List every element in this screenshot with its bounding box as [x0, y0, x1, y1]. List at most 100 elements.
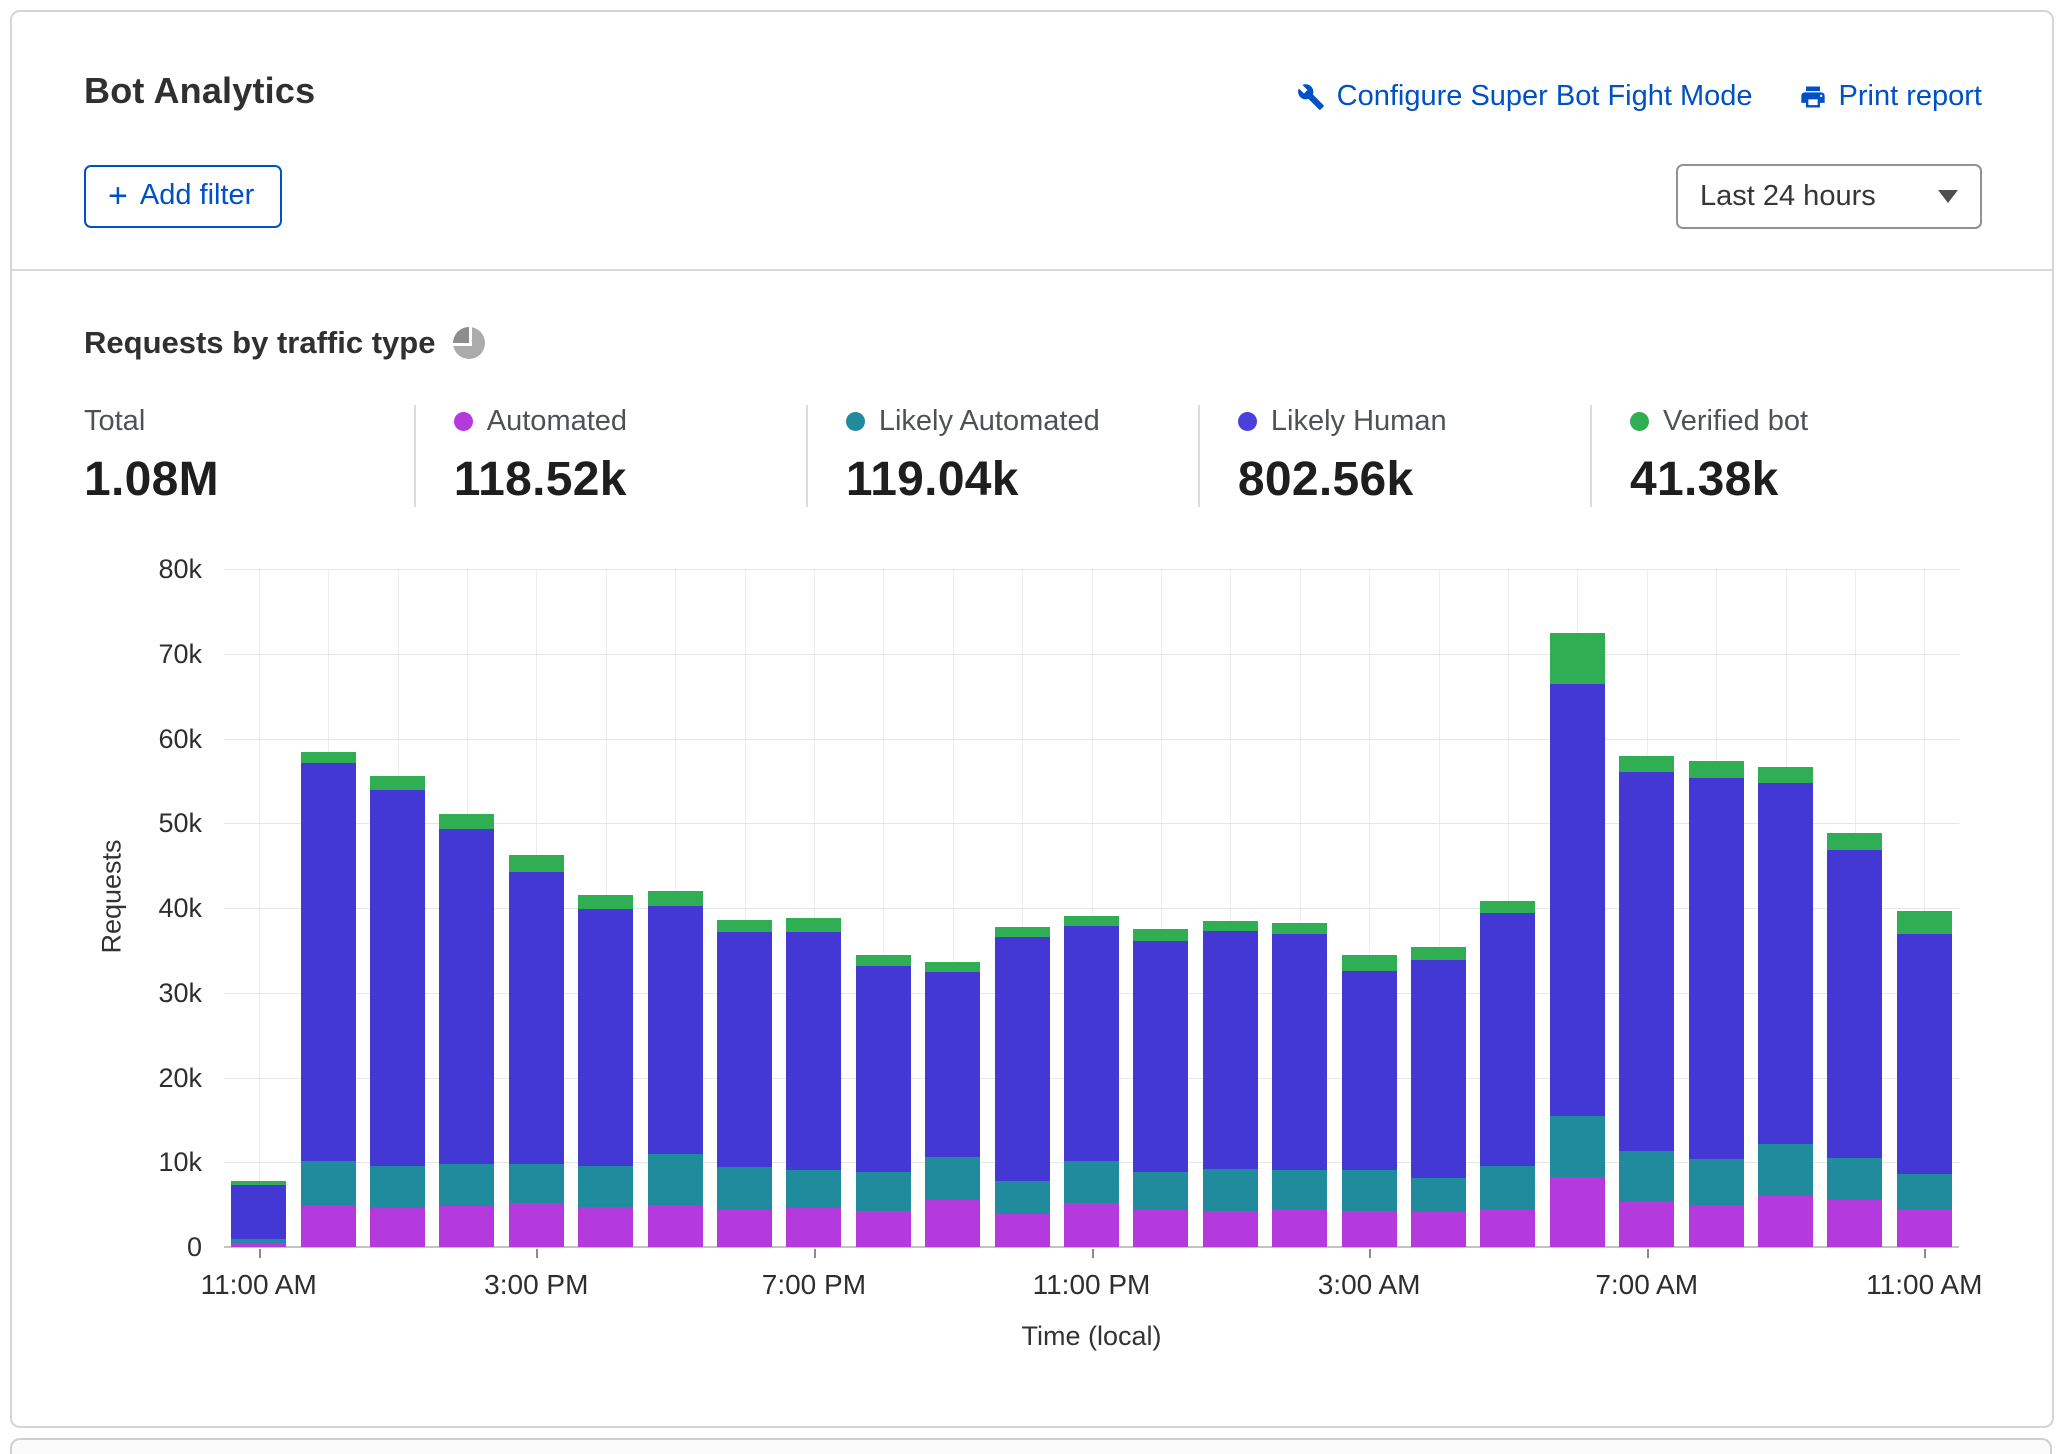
printer-icon: [1799, 83, 1827, 111]
time-range-select[interactable]: Last 24 hours: [1676, 164, 1982, 229]
stacked-bar: [231, 1181, 286, 1247]
bar-segment-verified-bot: [1272, 923, 1327, 934]
bar-segment-likely-human: [509, 872, 564, 1164]
bar-segment-automated: [1689, 1205, 1744, 1247]
stat-verified-bot-value: 41.38k: [1630, 452, 1982, 507]
stacked-bar: [1827, 833, 1882, 1247]
bar-segment-likely-human: [1272, 934, 1327, 1170]
bar-segment-likely-automated: [1203, 1169, 1258, 1211]
x-tick-mark: [1092, 1249, 1094, 1258]
bar-segment-automated: [1133, 1210, 1188, 1247]
bar-segment-automated: [1064, 1203, 1119, 1247]
bar-segment-verified-bot: [1758, 767, 1813, 784]
stacked-bar: [856, 955, 911, 1247]
bar-segment-likely-automated: [1064, 1161, 1119, 1203]
stat-likely-human-label: Likely Human: [1271, 405, 1447, 438]
y-tick-label: 80k: [84, 554, 202, 585]
x-tick-label: 7:00 PM: [762, 1269, 866, 1301]
section-title-row: Requests by traffic type: [84, 325, 1982, 361]
bar-segment-automated: [301, 1205, 356, 1247]
x-tick-mark: [814, 1249, 816, 1258]
stacked-bar: [1133, 929, 1188, 1247]
x-tick-label: 11:00 PM: [1033, 1269, 1151, 1301]
bar-segment-automated: [1897, 1210, 1952, 1247]
stat-total: Total 1.08M: [84, 405, 414, 507]
stacked-bar: [925, 962, 980, 1247]
add-filter-button[interactable]: + Add filter: [84, 165, 282, 228]
stacked-bar: [995, 927, 1050, 1247]
bar-segment-likely-automated: [1411, 1178, 1466, 1212]
stat-likely-automated-label: Likely Automated: [879, 405, 1100, 438]
bar-segment-likely-automated: [717, 1167, 772, 1210]
bar-segment-likely-human: [1411, 960, 1466, 1179]
stat-likely-human-value: 802.56k: [1238, 452, 1590, 507]
bar-segment-likely-human: [231, 1185, 286, 1238]
bar-segment-verified-bot: [648, 891, 703, 906]
stacked-bar: [439, 814, 494, 1247]
stat-verified-bot: Verified bot 41.38k: [1590, 405, 1982, 507]
plus-icon: +: [108, 182, 128, 210]
bar-segment-verified-bot: [1480, 901, 1535, 913]
header-links: Configure Super Bot Fight Mode Print rep…: [1297, 80, 1982, 113]
bar-segment-automated: [509, 1203, 564, 1247]
y-tick-label: 50k: [84, 808, 202, 839]
stat-likely-automated: Likely Automated 119.04k: [806, 405, 1198, 507]
stat-verified-bot-label: Verified bot: [1663, 405, 1808, 438]
bar-segment-likely-human: [1133, 941, 1188, 1172]
print-link-label: Print report: [1839, 80, 1982, 113]
likely-automated-dot-icon: [846, 412, 865, 431]
bar-segment-verified-bot: [1550, 633, 1605, 684]
chart-section: Requests by traffic type Total 1.08M Aut…: [12, 325, 2052, 1349]
bar-segment-verified-bot: [1827, 833, 1882, 850]
stat-automated-label: Automated: [487, 405, 627, 438]
bar-segment-likely-automated: [1133, 1172, 1188, 1209]
bar-segment-verified-bot: [856, 955, 911, 966]
bar-segment-likely-automated: [925, 1157, 980, 1200]
stat-likely-human: Likely Human 802.56k: [1198, 405, 1590, 507]
verified-bot-dot-icon: [1630, 412, 1649, 431]
stat-automated-value: 118.52k: [454, 452, 806, 507]
bar-segment-likely-human: [1342, 971, 1397, 1170]
likely-human-dot-icon: [1238, 412, 1257, 431]
bar-segment-automated: [1203, 1211, 1258, 1247]
bar-segment-likely-human: [439, 829, 494, 1164]
bar-segment-likely-human: [856, 966, 911, 1172]
bar-segment-automated: [1480, 1210, 1535, 1247]
section-title: Requests by traffic type: [84, 325, 435, 361]
bar-segment-likely-human: [925, 972, 980, 1158]
configure-super-bot-fight-mode-link[interactable]: Configure Super Bot Fight Mode: [1297, 80, 1753, 113]
y-tick-label: 30k: [84, 978, 202, 1009]
stacked-bar: [1064, 916, 1119, 1247]
bar-segment-likely-automated: [1897, 1174, 1952, 1210]
bar-segment-automated: [786, 1208, 841, 1247]
bar-segment-verified-bot: [995, 927, 1050, 937]
bar-segment-automated: [1550, 1177, 1605, 1247]
x-tick-label: 3:00 AM: [1318, 1269, 1421, 1301]
bar-segment-automated: [439, 1206, 494, 1247]
stat-total-value: 1.08M: [84, 452, 414, 507]
x-tick-mark: [536, 1249, 538, 1258]
bar-segment-likely-automated: [648, 1154, 703, 1205]
bar-segment-likely-human: [370, 790, 425, 1165]
bar-segment-verified-bot: [1619, 756, 1674, 773]
bar-segment-likely-human: [1550, 684, 1605, 1116]
bar-segment-likely-automated: [370, 1166, 425, 1208]
bar-segment-likely-automated: [856, 1172, 911, 1212]
bot-analytics-card: Bot Analytics Configure Super Bot Fight …: [10, 10, 2054, 1428]
stats-row: Total 1.08M Automated 118.52k Likely Aut…: [84, 405, 1982, 507]
bar-segment-verified-bot: [1064, 916, 1119, 926]
configure-link-label: Configure Super Bot Fight Mode: [1337, 80, 1753, 113]
y-tick-label: 40k: [84, 893, 202, 924]
controls-row: + Add filter Last 24 hours: [84, 164, 1982, 229]
stacked-bar: [1342, 955, 1397, 1247]
print-report-link[interactable]: Print report: [1799, 80, 1982, 113]
stacked-bar: [1480, 901, 1535, 1247]
bar-segment-verified-bot: [1689, 761, 1744, 779]
stacked-bar: [1203, 921, 1258, 1247]
bar-segment-automated: [925, 1200, 980, 1247]
bar-segment-automated: [995, 1214, 1050, 1247]
bar-segment-likely-human: [578, 909, 633, 1166]
next-card-top-edge: [10, 1438, 2052, 1454]
bar-segment-automated: [856, 1211, 911, 1247]
plot-area: [224, 569, 1959, 1247]
